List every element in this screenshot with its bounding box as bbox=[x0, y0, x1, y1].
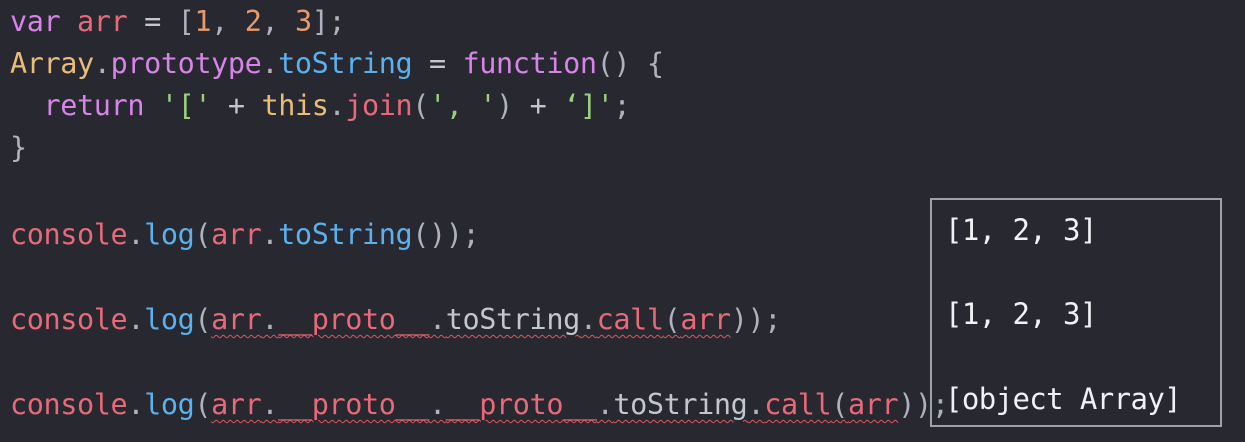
paren-open: ( bbox=[831, 388, 849, 421]
code-line-2: Array.prototype.toString = function() { bbox=[10, 47, 664, 81]
dot: . bbox=[261, 47, 279, 80]
console-output-box: [1, 2, 3] [1, 2, 3] [object Array] bbox=[930, 198, 1222, 427]
method-log: log bbox=[144, 388, 195, 421]
comma: , bbox=[261, 5, 295, 38]
dot: . bbox=[261, 218, 279, 251]
method-call: call bbox=[764, 388, 832, 421]
method-tostring: toString bbox=[613, 388, 748, 421]
dot: . bbox=[579, 303, 597, 336]
class-array: Array bbox=[10, 47, 94, 80]
operator-equals: = bbox=[429, 47, 446, 80]
paren-open: ( bbox=[194, 388, 212, 421]
method-tostring: toString bbox=[278, 47, 413, 80]
code-line-6: console.log(arr.__proto__.toString.call(… bbox=[10, 303, 781, 337]
output-line-2: [1, 2, 3] bbox=[945, 297, 1097, 331]
string-separator: ', ' bbox=[429, 89, 497, 122]
method-call: call bbox=[596, 303, 664, 336]
dot: . bbox=[127, 303, 145, 336]
bracket-close: ]; bbox=[311, 5, 346, 38]
brace-close: } bbox=[10, 131, 27, 164]
dot: . bbox=[127, 388, 145, 421]
variable-arr: arr bbox=[77, 5, 128, 38]
code-line-7: console.log(arr.__proto__.__proto__.toSt… bbox=[10, 388, 949, 422]
dot: . bbox=[747, 388, 765, 421]
operator-equals: = bbox=[144, 5, 161, 38]
method-tostring: toString bbox=[278, 218, 413, 251]
number-1: 1 bbox=[194, 5, 212, 38]
dot: . bbox=[596, 388, 614, 421]
code-line-4: } bbox=[10, 131, 27, 165]
method-log: log bbox=[144, 218, 195, 251]
code-editor: var arr = [1, 2, 3]; Array.prototype.toS… bbox=[0, 0, 1245, 442]
paren-open: ( bbox=[412, 89, 430, 122]
object-console: console bbox=[10, 388, 128, 421]
output-line-3: [object Array] bbox=[945, 382, 1182, 416]
code-line-3: return '[' + this.join(', ') + ‘]'; bbox=[10, 89, 631, 123]
bracket-open: [ bbox=[177, 5, 195, 38]
method-log: log bbox=[144, 303, 195, 336]
property-proto: __proto__ bbox=[278, 388, 429, 421]
property-proto: __proto__ bbox=[278, 303, 429, 336]
code-line-5: console.log(arr.toString()); bbox=[10, 218, 480, 252]
call-end: )); bbox=[730, 303, 782, 336]
argument-arr: arr bbox=[680, 303, 731, 336]
keyword-return: return bbox=[43, 89, 145, 122]
keyword-this: this bbox=[261, 89, 329, 122]
dot: . bbox=[429, 388, 446, 421]
output-line-1: [1, 2, 3] bbox=[945, 213, 1097, 247]
paren-close: ) bbox=[496, 89, 513, 122]
paren-open: ( bbox=[663, 303, 681, 336]
keyword-function: function bbox=[462, 47, 597, 80]
dot: . bbox=[93, 47, 111, 80]
paren-open: ( bbox=[194, 303, 212, 336]
call-end: ()); bbox=[412, 218, 480, 251]
code-line-1: var arr = [1, 2, 3]; bbox=[10, 5, 346, 39]
string-close-bracket: ‘]' bbox=[563, 89, 614, 122]
argument-arr: arr bbox=[848, 388, 899, 421]
variable-arr: arr bbox=[211, 303, 262, 336]
semicolon: ; bbox=[613, 89, 631, 122]
property-prototype: prototype bbox=[110, 47, 262, 80]
dot: . bbox=[429, 303, 446, 336]
dot: . bbox=[261, 388, 279, 421]
method-join: join bbox=[345, 89, 413, 122]
method-tostring: toString bbox=[445, 303, 580, 336]
string-open-bracket: '[' bbox=[160, 89, 212, 122]
variable-arr: arr bbox=[211, 388, 262, 421]
keyword-var: var bbox=[10, 5, 61, 38]
object-console: console bbox=[10, 218, 128, 251]
operator-plus: + bbox=[227, 89, 245, 122]
paren-open: ( bbox=[194, 218, 212, 251]
number-3: 3 bbox=[294, 5, 312, 38]
dot: . bbox=[328, 89, 346, 122]
object-console: console bbox=[10, 303, 128, 336]
variable-arr: arr bbox=[211, 218, 262, 251]
dot: . bbox=[261, 303, 279, 336]
dot: . bbox=[127, 218, 145, 251]
operator-plus: + bbox=[529, 89, 547, 122]
number-2: 2 bbox=[244, 5, 262, 38]
property-proto: __proto__ bbox=[445, 388, 597, 421]
comma: , bbox=[211, 5, 245, 38]
function-signature: () { bbox=[596, 47, 664, 80]
